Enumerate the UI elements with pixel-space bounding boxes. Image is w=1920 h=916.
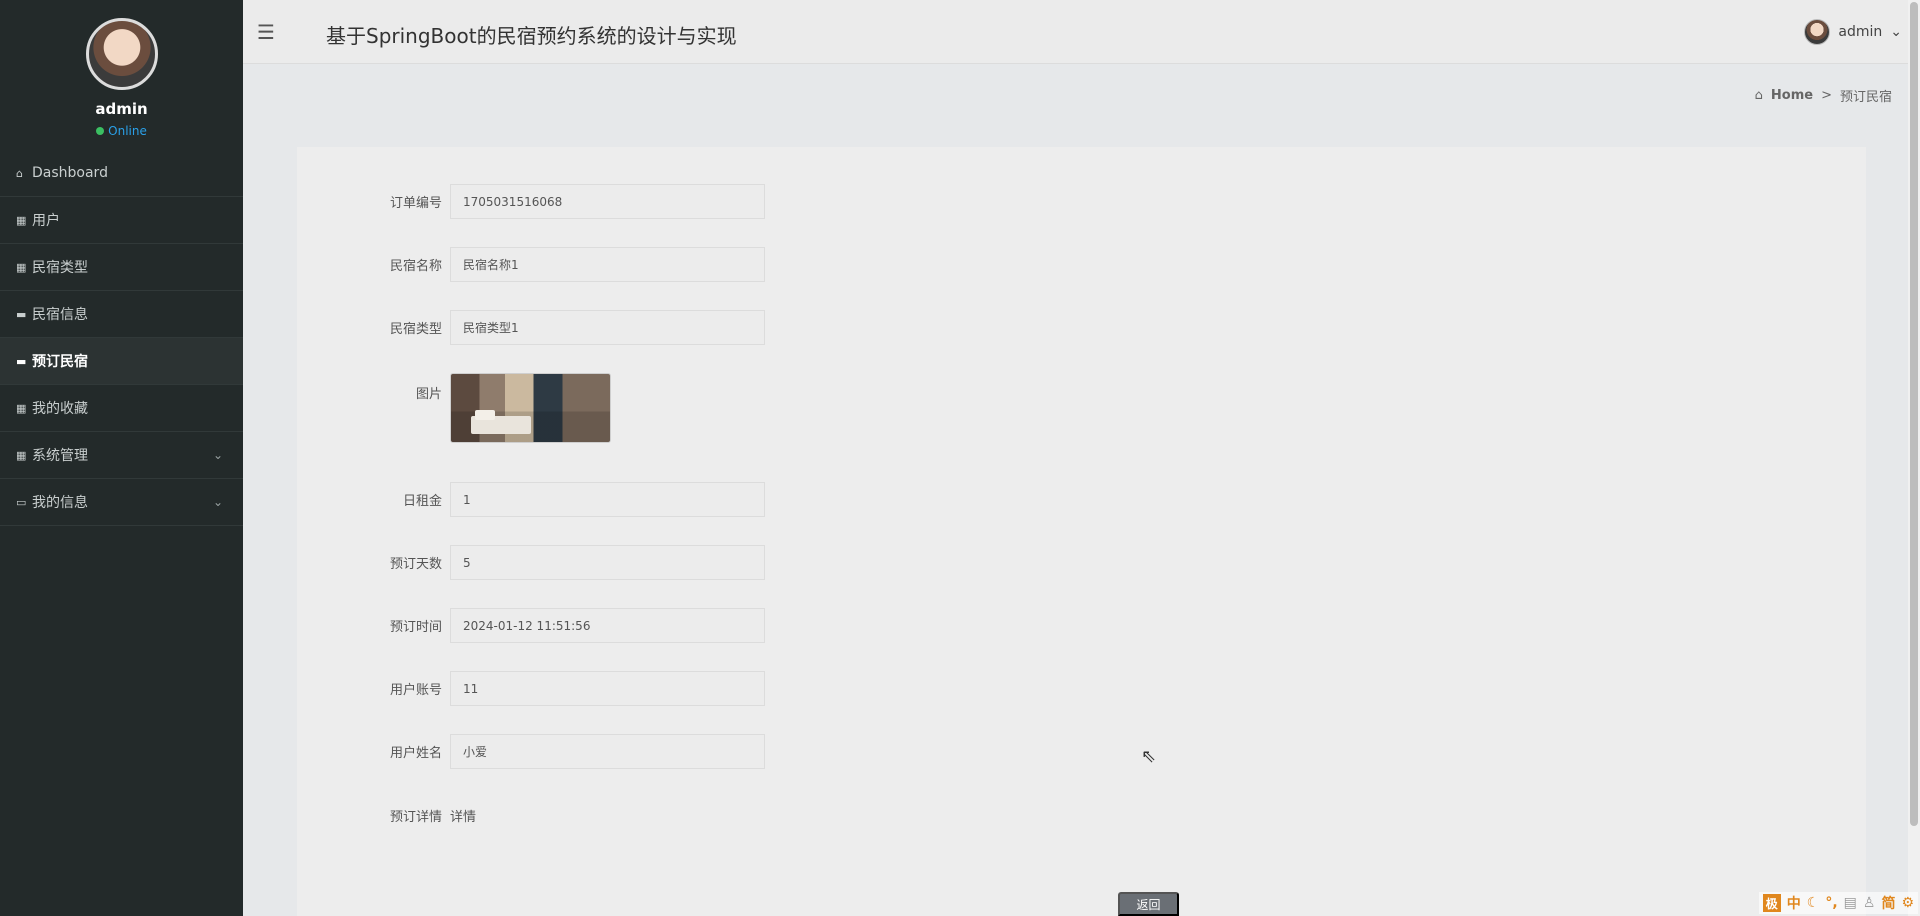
sidebar-item-label: 我的信息 (32, 495, 88, 511)
top-header: ☰ 基于SpringBoot的民宿预约系统的设计与实现 admin ⌄ (243, 0, 1908, 64)
room-photo[interactable] (450, 373, 611, 443)
homestay-name-field[interactable]: 民宿名称1 (450, 247, 765, 282)
form-row-detail: 预订详情 详情 (297, 806, 476, 825)
chevron-down-icon: ⌄ (212, 495, 223, 509)
user-icon[interactable]: ♙ (1863, 895, 1876, 911)
sidebar-item-homestay-type[interactable]: ▦ 民宿类型 (0, 244, 243, 291)
breadcrumb: ⌂ Home > 预订民宿 (1755, 86, 1892, 105)
sidebar-item-my-info[interactable]: ▭ 我的信息 ⌄ (0, 479, 243, 526)
form-row-type: 民宿类型 民宿类型1 (297, 310, 765, 345)
form-row-daily-rent: 日租金 1 (297, 482, 765, 517)
photo-pillow (475, 410, 495, 420)
field-label: 预订天数 (389, 557, 442, 572)
home-icon: ⌂ (1754, 88, 1763, 103)
ime-simplified-toggle[interactable]: 简 (1881, 893, 1895, 913)
avatar (1804, 19, 1831, 45)
sidebar-menu: ⌂ Dashboard ▦ 用户 ▦ 民宿类型 ▬ 民宿信息 ▬ 预订民宿 ▦ … (0, 150, 243, 526)
chevron-down-icon: ⌄ (212, 448, 223, 462)
breadcrumb-home[interactable]: Home (1771, 88, 1813, 103)
sidebar-item-dashboard[interactable]: ⌂ Dashboard (0, 150, 243, 197)
breadcrumb-separator: > (1821, 88, 1832, 103)
ime-language-toggle[interactable]: 中 (1787, 893, 1801, 913)
form-row-order-no: 订单编号 1705031516068 (297, 184, 765, 219)
sidebar: admin Online ⌂ Dashboard ▦ 用户 ▦ 民宿类型 ▬ 民… (0, 0, 243, 916)
comment-icon: ▬ (16, 354, 27, 368)
sidebar-item-homestay-info[interactable]: ▬ 民宿信息 (0, 291, 243, 338)
punctuation-icon[interactable]: °, (1825, 895, 1837, 911)
grid-icon: ▦ (16, 213, 27, 227)
grid-icon: ▦ (16, 401, 27, 415)
form-row-days: 预订天数 5 (297, 545, 765, 580)
sidebar-profile: admin Online (0, 0, 243, 150)
avatar[interactable] (85, 18, 158, 90)
daily-rent-field[interactable]: 1 (450, 482, 765, 517)
order-no-field[interactable]: 1705031516068 (450, 184, 765, 219)
form-row-time: 预订时间 2024-01-12 11:51:56 (297, 608, 765, 643)
sidebar-item-label: 用户 (32, 213, 60, 229)
online-status: Online (96, 124, 147, 138)
field-label: 订单编号 (389, 196, 442, 211)
field-label: 民宿类型 (389, 322, 442, 337)
form-row-name: 民宿名称 民宿名称1 (297, 247, 765, 282)
profile-name: admin (95, 100, 148, 118)
moon-icon[interactable]: ☾ (1807, 895, 1820, 911)
sidebar-item-booking[interactable]: ▬ 预订民宿 (0, 338, 243, 385)
sidebar-item-users[interactable]: ▦ 用户 (0, 197, 243, 244)
online-dot-icon (96, 127, 105, 135)
homestay-type-field[interactable]: 民宿类型1 (450, 310, 765, 345)
ime-logo-icon[interactable]: 极 (1762, 894, 1781, 912)
page-scrollbar[interactable] (1908, 0, 1920, 916)
back-button[interactable]: 返回 (1118, 892, 1179, 916)
sidebar-item-label: 民宿信息 (32, 307, 88, 323)
sidebar-item-label: 民宿类型 (32, 260, 88, 276)
sidebar-item-label: 预订民宿 (32, 354, 88, 370)
sidebar-item-system[interactable]: ▦ 系统管理 ⌄ (0, 432, 243, 479)
keyboard-icon[interactable]: ▤ (1844, 895, 1857, 911)
chevron-down-icon: ⌄ (1890, 24, 1902, 40)
field-label: 图片 (415, 387, 442, 402)
sidebar-item-favorites[interactable]: ▦ 我的收藏 (0, 385, 243, 432)
ime-toolbar: 极 中 ☾ °, ▤ ♙ 简 ⚙ (1758, 892, 1918, 914)
sidebar-item-label: Dashboard (32, 165, 108, 181)
comment-icon: ▬ (16, 307, 27, 321)
field-label: 预订详情 (389, 810, 442, 825)
form-row-image: 图片 (297, 373, 611, 443)
grid-icon: ▦ (16, 448, 27, 462)
booking-detail-text: 详情 (450, 810, 477, 825)
app-title: 基于SpringBoot的民宿预约系统的设计与实现 (326, 24, 737, 48)
status-label: Online (108, 124, 147, 138)
sidebar-item-label: 我的收藏 (32, 401, 88, 417)
user-name-field[interactable]: 小爱 (450, 734, 765, 769)
form-row-account: 用户账号 11 (297, 671, 765, 706)
user-account-field[interactable]: 11 (450, 671, 765, 706)
menu-toggle-icon[interactable]: ☰ (257, 20, 275, 44)
gear-icon[interactable]: ⚙ (1901, 895, 1914, 911)
form-row-username: 用户姓名 小爱 (297, 734, 765, 769)
field-label: 用户姓名 (389, 746, 442, 761)
grid-icon: ▦ (16, 260, 27, 274)
sidebar-item-label: 系统管理 (32, 448, 88, 464)
detail-form-card: 订单编号 1705031516068 民宿名称 民宿名称1 民宿类型 民宿类型1… (297, 147, 1866, 916)
scroll-thumb[interactable] (1910, 2, 1918, 826)
field-label: 民宿名称 (389, 259, 442, 274)
user-name: admin (1838, 24, 1883, 40)
mouse-cursor-icon: ⇖ (1141, 746, 1157, 767)
field-label: 预订时间 (389, 620, 442, 635)
user-menu[interactable]: admin ⌄ (1804, 19, 1902, 45)
booking-time-field[interactable]: 2024-01-12 11:51:56 (450, 608, 765, 643)
field-label: 日租金 (402, 494, 442, 509)
window-icon: ▭ (16, 495, 27, 509)
booking-days-field[interactable]: 5 (450, 545, 765, 580)
field-label: 用户账号 (389, 683, 442, 698)
breadcrumb-current: 预订民宿 (1839, 90, 1892, 105)
home-icon: ⌂ (16, 166, 23, 180)
